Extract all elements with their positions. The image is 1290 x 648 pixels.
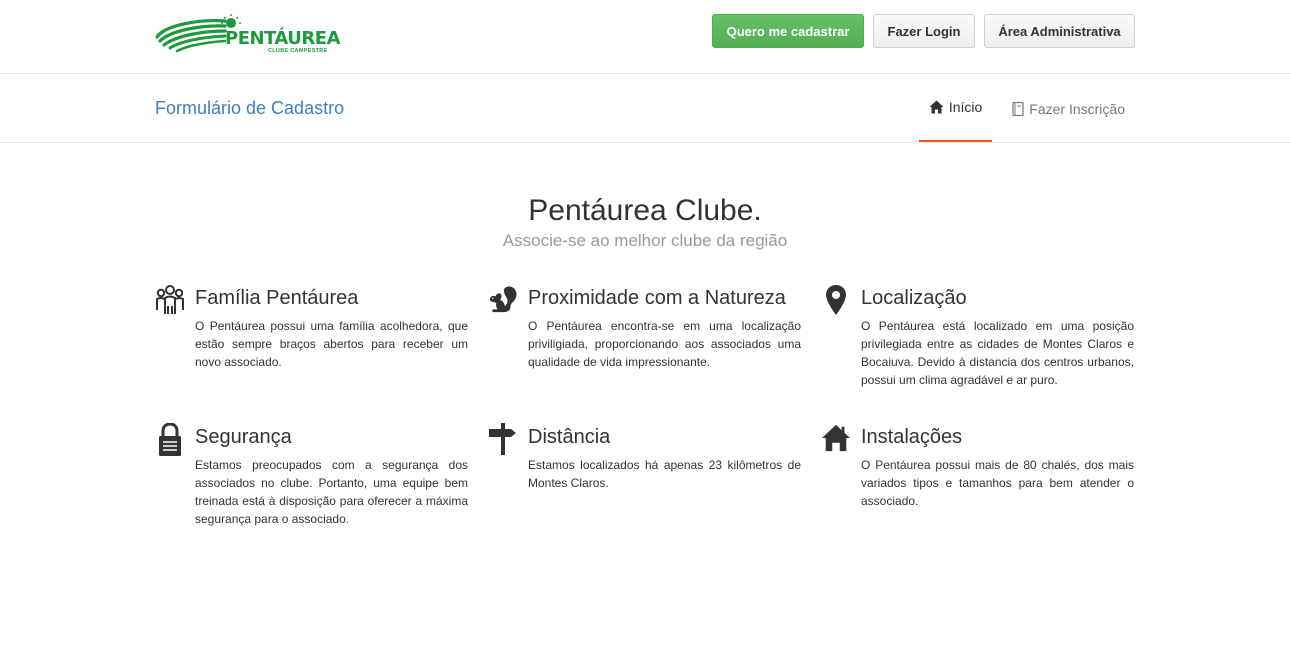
nav-item-inicio[interactable]: Início (918, 74, 993, 142)
logo-brand-text: PENTÁUREA (225, 28, 341, 49)
pentaurea-logo[interactable]: PENTÁUREA CLUBE CAMPESTRE (155, 13, 345, 55)
feature-familia: Família Pentáurea O Pentáurea possui uma… (155, 282, 468, 421)
register-button[interactable]: Quero me cadastrar (712, 14, 864, 48)
feature-localizacao: Localização O Pentáurea está localizado … (821, 282, 1134, 421)
logo-subtitle: CLUBE CAMPESTRE (268, 48, 328, 54)
top-header: PENTÁUREA CLUBE CAMPESTRE Quero me cadas… (0, 0, 1290, 74)
nav-item-label: Fazer Inscrição (1029, 100, 1125, 117)
feature-instalacoes: Instalações O Pentáurea possui mais de 8… (821, 421, 1134, 561)
feature-distancia: Distância Estamos localizados há apenas … (488, 421, 801, 561)
lock-icon (155, 423, 185, 456)
hero-section: Pentáurea Clube. Associe-se ao melhor cl… (0, 194, 1290, 251)
feature-seguranca: Segurança Estamos preocupados com a segu… (155, 421, 468, 561)
nav-item-label: Início (948, 99, 983, 115)
feature-title: Distância (528, 426, 611, 448)
feature-title: Proximidade com a Natureza (528, 287, 786, 309)
feature-title: Instalações (861, 426, 963, 448)
page-title[interactable]: Formulário de Cadastro (155, 98, 344, 119)
nav-menu: Início Fazer Inscrição (918, 74, 1135, 143)
signpost-icon (488, 423, 518, 455)
feature-title: Segurança (195, 426, 292, 448)
book-icon (1012, 101, 1024, 116)
features-grid: Família Pentáurea O Pentáurea possui uma… (155, 282, 1135, 561)
squirrel-icon (488, 284, 518, 316)
feature-text: O Pentáurea está localizado em uma posiç… (861, 319, 1134, 387)
navbar: Formulário de Cadastro Início Fazer Insc… (0, 74, 1290, 143)
family-icon (155, 284, 185, 316)
feature-text: O Pentáurea encontra-se em uma localizaç… (528, 319, 801, 369)
nav-item-fazer-inscricao[interactable]: Fazer Inscrição (1002, 74, 1135, 143)
feature-title: Família Pentáurea (195, 287, 359, 309)
feature-text: O Pentáurea possui mais de 80 chalés, do… (861, 458, 1134, 508)
feature-text: Estamos preocupados com a segurança dos … (195, 458, 468, 526)
feature-title: Localização (861, 287, 967, 309)
feature-text: Estamos localizados há apenas 23 kilômet… (528, 458, 801, 490)
house-icon (821, 423, 851, 455)
home-icon (929, 100, 944, 114)
top-actions: Quero me cadastrar Fazer Login Área Admi… (712, 14, 1135, 48)
map-marker-icon (821, 284, 851, 316)
feature-natureza: Proximidade com a Natureza O Pentáurea e… (488, 282, 801, 421)
hero-title: Pentáurea Clube. (528, 194, 762, 227)
feature-text: O Pentáurea possui uma família acolhedor… (195, 319, 468, 369)
login-button[interactable]: Fazer Login (873, 14, 975, 48)
hero-subtitle: Associe-se ao melhor clube da região (502, 231, 788, 250)
admin-area-button[interactable]: Área Administrativa (984, 14, 1135, 48)
